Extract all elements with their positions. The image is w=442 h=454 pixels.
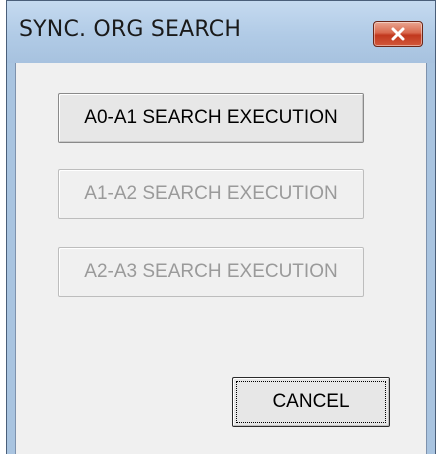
cancel-button[interactable]: CANCEL <box>232 377 390 427</box>
close-x-icon <box>391 27 405 41</box>
a2-a3-search-execution-button[interactable]: A2-A3 SEARCH EXECUTION <box>58 247 364 297</box>
close-button[interactable] <box>373 21 423 47</box>
dialog-body: A0-A1 SEARCH EXECUTION A1-A2 SEARCH EXEC… <box>15 63 427 454</box>
dialog-window: SYNC. ORG SEARCH A0-A1 SEARCH EXECUTION … <box>6 0 436 454</box>
a0-a1-search-execution-button[interactable]: A0-A1 SEARCH EXECUTION <box>58 93 364 143</box>
title-bar[interactable]: SYNC. ORG SEARCH <box>7 1 435 63</box>
cancel-button-label: CANCEL <box>272 391 350 412</box>
window-title: SYNC. ORG SEARCH <box>19 17 242 42</box>
a1-a2-search-execution-button[interactable]: A1-A2 SEARCH EXECUTION <box>58 169 364 219</box>
